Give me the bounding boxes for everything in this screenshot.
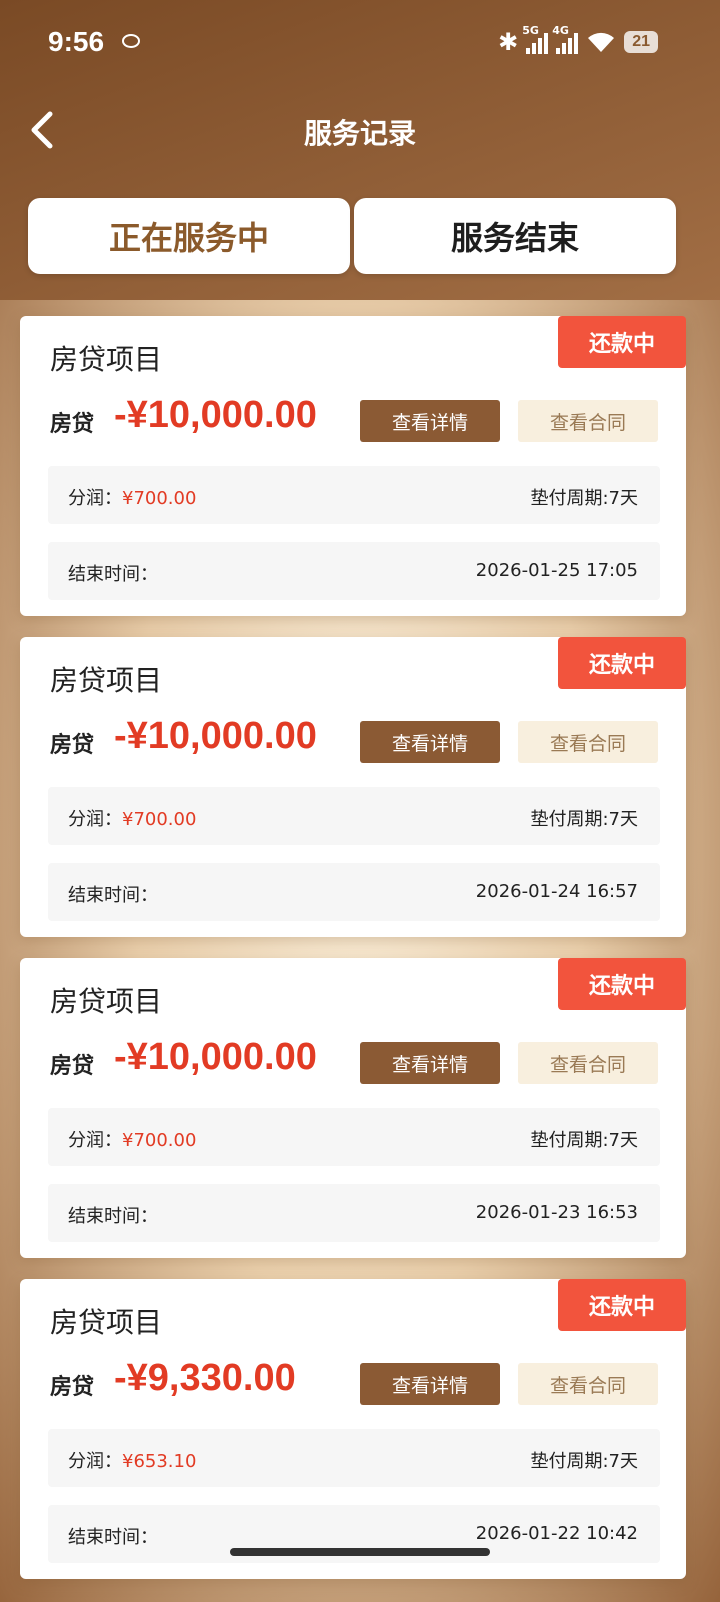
view-details-button[interactable]: 查看详情 xyxy=(360,400,500,442)
view-contract-button[interactable]: 查看合同 xyxy=(518,400,658,442)
tab-service-ended[interactable]: 服务结束 xyxy=(354,198,676,274)
service-card: 房贷项目 还款中 房贷 -¥10,000.00 查看详情 查看合同 分润：¥70… xyxy=(20,958,686,1258)
end-time-value: 2026-01-22 10:42 xyxy=(475,1523,638,1544)
end-time-label: 结束时间： xyxy=(68,885,158,906)
advance-period: 垫付周期:7天 xyxy=(530,1451,638,1472)
profit-row: 分润：¥700.00 垫付周期:7天 xyxy=(48,787,660,845)
loan-type-label: 房贷 xyxy=(50,412,95,437)
tab-in-service[interactable]: 正在服务中 xyxy=(28,198,350,274)
view-details-button[interactable]: 查看详情 xyxy=(360,1363,500,1405)
profit-value: ¥700.00 xyxy=(122,488,197,509)
profit-row: 分润：¥653.10 垫付周期:7天 xyxy=(48,1429,660,1487)
end-time-row: 结束时间： 2026-01-23 16:53 xyxy=(48,1184,660,1242)
end-time-value: 2026-01-25 17:05 xyxy=(475,560,638,581)
notification-icon xyxy=(122,34,140,48)
project-title: 房贷项目 xyxy=(50,1306,163,1339)
profit-value: ¥700.00 xyxy=(122,809,197,830)
view-details-button[interactable]: 查看详情 xyxy=(360,1042,500,1084)
project-title: 房贷项目 xyxy=(50,343,163,376)
loan-type-label: 房贷 xyxy=(50,1375,95,1400)
status-time: 9:56 xyxy=(48,26,105,57)
end-time-label: 结束时间： xyxy=(68,1527,158,1548)
loan-type-label: 房贷 xyxy=(50,733,95,758)
service-card: 房贷项目 还款中 房贷 -¥10,000.00 查看详情 查看合同 分润：¥70… xyxy=(20,637,686,937)
header: 服务记录 xyxy=(0,96,720,166)
advance-period: 垫付周期:7天 xyxy=(530,809,638,830)
loan-amount: -¥10,000.00 xyxy=(114,394,317,436)
loan-amount: -¥9,330.00 xyxy=(114,1357,296,1399)
status-icons: ✱ 5G 4G 21 xyxy=(498,24,658,56)
project-title: 房贷项目 xyxy=(50,985,163,1018)
profit-value: ¥700.00 xyxy=(122,1130,197,1151)
profit-label: 分润： xyxy=(68,1451,122,1472)
page-title: 服务记录 xyxy=(303,117,416,150)
end-time-label: 结束时间： xyxy=(68,564,158,585)
bluetooth-icon: ✱ xyxy=(498,28,519,56)
advance-period: 垫付周期:7天 xyxy=(530,488,638,509)
end-time-value: 2026-01-24 16:57 xyxy=(475,881,638,902)
loan-type-label: 房贷 xyxy=(50,1054,95,1079)
status-badge: 还款中 xyxy=(558,637,686,689)
service-card: 房贷项目 还款中 房贷 -¥10,000.00 查看详情 查看合同 分润：¥70… xyxy=(20,316,686,616)
profit-label: 分润： xyxy=(68,488,122,509)
signal-4g-icon: 4G xyxy=(552,24,579,54)
view-contract-button[interactable]: 查看合同 xyxy=(518,1042,658,1084)
status-badge: 还款中 xyxy=(558,316,686,368)
wifi-icon xyxy=(586,31,616,53)
view-contract-button[interactable]: 查看合同 xyxy=(518,721,658,763)
battery-icon: 21 xyxy=(624,31,658,53)
loan-amount: -¥10,000.00 xyxy=(114,1036,317,1078)
end-time-label: 结束时间： xyxy=(68,1206,158,1227)
profit-info: 分润：¥700.00 xyxy=(68,484,196,510)
home-indicator[interactable] xyxy=(230,1548,490,1556)
signal-5g-icon: 5G xyxy=(522,24,549,54)
service-card: 房贷项目 还款中 房贷 -¥9,330.00 查看详情 查看合同 分润：¥653… xyxy=(20,1279,686,1579)
tab-bar: 正在服务中 服务结束 xyxy=(28,198,676,274)
profit-label: 分润： xyxy=(68,809,122,830)
view-contract-button[interactable]: 查看合同 xyxy=(518,1363,658,1405)
status-badge: 还款中 xyxy=(558,1279,686,1331)
end-time-row: 结束时间： 2026-01-24 16:57 xyxy=(48,863,660,921)
profit-info: 分润：¥700.00 xyxy=(68,805,196,831)
advance-period: 垫付周期:7天 xyxy=(530,1130,638,1151)
profit-row: 分润：¥700.00 垫付周期:7天 xyxy=(48,466,660,524)
end-time-row: 结束时间： 2026-01-25 17:05 xyxy=(48,542,660,600)
profit-value: ¥653.10 xyxy=(122,1451,197,1472)
status-badge: 还款中 xyxy=(558,958,686,1010)
profit-info: 分润：¥700.00 xyxy=(68,1126,196,1152)
end-time-value: 2026-01-23 16:53 xyxy=(475,1202,638,1223)
profit-info: 分润：¥653.10 xyxy=(68,1447,196,1473)
loan-amount: -¥10,000.00 xyxy=(114,715,317,757)
view-details-button[interactable]: 查看详情 xyxy=(360,721,500,763)
profit-row: 分润：¥700.00 垫付周期:7天 xyxy=(48,1108,660,1166)
project-title: 房贷项目 xyxy=(50,664,163,697)
profit-label: 分润： xyxy=(68,1130,122,1151)
status-bar: 9:56 ✱ 5G 4G 21 xyxy=(0,0,720,86)
